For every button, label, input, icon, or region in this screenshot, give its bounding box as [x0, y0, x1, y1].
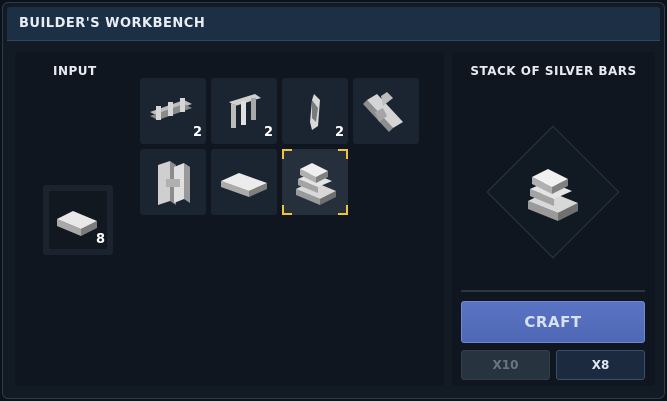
recipe-count: 2	[192, 125, 202, 140]
selection-corner	[282, 205, 292, 215]
recipe-slot-bar-stack[interactable]	[282, 149, 348, 215]
input-label: INPUT	[53, 64, 97, 78]
recipe-slot-chain-link[interactable]: 2	[282, 78, 348, 144]
silver-bar-stack-icon	[528, 169, 578, 221]
recipe-panel: INPUT 8 2 2 2	[15, 52, 444, 386]
input-slot-inner: 8	[49, 191, 107, 249]
recipe-slot-pillars[interactable]	[140, 149, 206, 215]
recipe-slot-rail[interactable]: 2	[140, 78, 206, 144]
recipe-slot-bar[interactable]	[211, 149, 277, 215]
quantity-x10-button[interactable]: X10	[461, 350, 550, 380]
workbench-window: BUILDER'S WORKBENCH INPUT 8 2 2 2 STACK …	[2, 2, 665, 399]
input-count: 8	[95, 232, 105, 247]
quantity-x8-button[interactable]: X8	[556, 350, 645, 380]
result-panel: STACK OF SILVER BARS CRAFT X10 X8	[452, 52, 655, 386]
recipe-slot-beams[interactable]	[353, 78, 419, 144]
recipe-count: 2	[334, 125, 344, 140]
input-slot[interactable]: 8	[43, 185, 113, 255]
title-bar: BUILDER'S WORKBENCH	[7, 7, 660, 41]
recipe-slot-fence[interactable]: 2	[211, 78, 277, 144]
craft-button[interactable]: CRAFT	[461, 301, 645, 343]
selection-corner	[282, 149, 292, 159]
window-title: BUILDER'S WORKBENCH	[19, 16, 206, 31]
result-title: STACK OF SILVER BARS	[470, 64, 637, 78]
selection-corner	[338, 149, 348, 159]
divider	[461, 290, 645, 292]
selection-corner	[338, 205, 348, 215]
silver-beams-icon	[363, 92, 403, 132]
silver-bar-icon	[221, 173, 267, 197]
silver-pillars-icon	[158, 161, 190, 205]
recipe-count: 2	[263, 125, 273, 140]
